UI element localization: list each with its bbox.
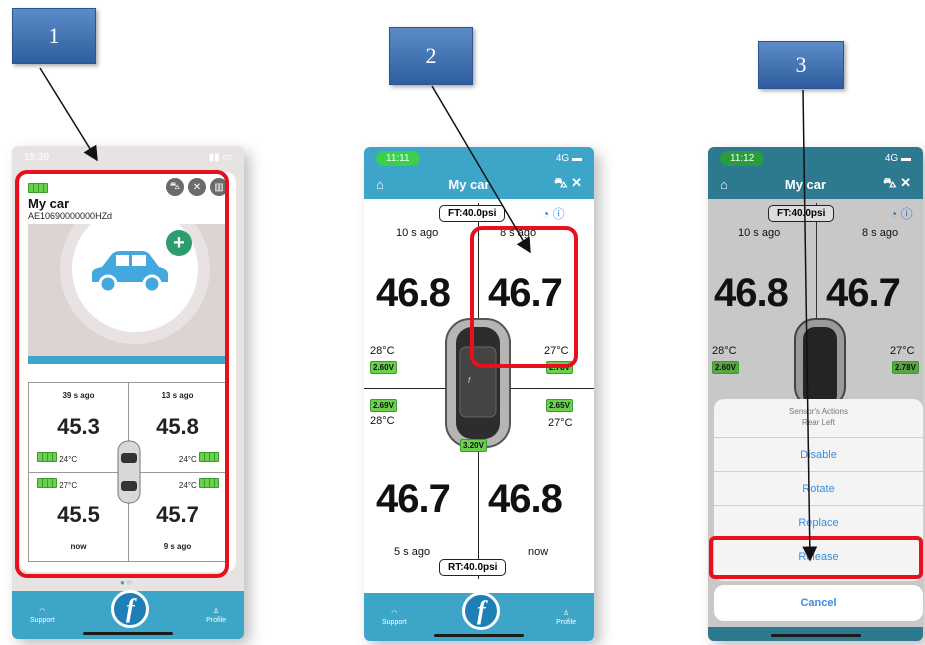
page-dots[interactable]: ● ○ bbox=[120, 578, 132, 587]
battery-voltage-rl: 2.69V bbox=[370, 399, 397, 412]
sheet-title: Sensor's Actions bbox=[789, 407, 848, 416]
status-time: 11:12 bbox=[720, 150, 765, 166]
headset-icon: ◠ bbox=[391, 609, 398, 617]
nav-bar: ⌂ My car ⛍ ✕ bbox=[708, 169, 923, 199]
home-icon[interactable]: ⌂ bbox=[376, 177, 384, 192]
battery-voltage-spare: 3.20V bbox=[460, 439, 487, 452]
tab-profile[interactable]: ♙ Profile bbox=[206, 607, 226, 624]
battery-voltage-rr: 2.65V bbox=[546, 399, 573, 412]
highlight-box-release bbox=[709, 536, 923, 579]
tab-label: Support bbox=[30, 616, 55, 624]
headset-icon: ◠ bbox=[39, 607, 46, 615]
home-icon[interactable]: ⌂ bbox=[720, 177, 728, 192]
step-badge-3: 3 bbox=[758, 41, 844, 89]
tire-age-rr: now bbox=[528, 546, 549, 558]
tab-label: Support bbox=[382, 618, 407, 626]
tire-pressure-fl[interactable]: 46.8 bbox=[376, 271, 451, 316]
front-target-pressure[interactable]: FT:40.0psi bbox=[439, 205, 506, 222]
tire-temp-rr: 27°C bbox=[548, 417, 573, 429]
tire-temp-fl: 28°C bbox=[370, 345, 395, 357]
tab-label: Profile bbox=[556, 618, 576, 626]
home-indicator bbox=[770, 634, 861, 637]
status-bar: 11:12 4G ▬ bbox=[708, 147, 923, 169]
car-topview-icon bbox=[794, 318, 846, 407]
tire-temp-fr: 27°C bbox=[890, 345, 915, 357]
tire-pressure-fr[interactable]: 46.7 bbox=[826, 271, 901, 316]
tire-temp-rl: 28°C bbox=[370, 415, 395, 427]
action-disable[interactable]: Disable bbox=[714, 437, 923, 471]
tire-pressure-fl[interactable]: 46.8 bbox=[714, 271, 789, 316]
settings-icons[interactable]: ⛍ ✕ bbox=[554, 175, 582, 193]
tire-age-rl: 5 s ago bbox=[394, 546, 431, 558]
step-badge-2: 2 bbox=[389, 27, 473, 85]
home-indicator bbox=[83, 632, 173, 635]
settings-icons[interactable]: ⛍ ✕ bbox=[883, 175, 911, 193]
tire-age-fl: 10 s ago bbox=[396, 227, 439, 239]
status-bar: 11:11 4G ▬ bbox=[364, 147, 594, 169]
signal-icon: ▮▮ ▭ bbox=[208, 151, 232, 163]
cancel-button[interactable]: Cancel bbox=[714, 585, 923, 621]
page-title: My car bbox=[784, 176, 827, 192]
battery-voltage-fl: 2.60V bbox=[370, 361, 397, 374]
rear-target-pressure[interactable]: RT:40.0psi bbox=[439, 559, 507, 576]
page-title: My car bbox=[448, 176, 490, 192]
battery-voltage-fr: 2.78V bbox=[892, 361, 919, 374]
person-icon: ♙ bbox=[562, 609, 570, 617]
tutorial-canvas: 1 2 3 15:39 ▮▮ ▭ ⛍ ✕ ▥ My car AE10690000… bbox=[0, 0, 925, 645]
app-logo-button[interactable]: f bbox=[462, 592, 501, 630]
sheet-subtitle: Rear Left bbox=[802, 418, 835, 427]
status-time: 15:39 bbox=[24, 151, 50, 163]
status-bar: 15:39 ▮▮ ▭ bbox=[12, 146, 244, 168]
tab-support[interactable]: ◠ Support bbox=[30, 607, 55, 624]
app-logo-button[interactable]: f bbox=[111, 590, 150, 628]
battery-voltage-fl: 2.60V bbox=[712, 361, 739, 374]
tire-age-fr: 8 s ago bbox=[862, 227, 899, 239]
gauge-info-icons[interactable]: ◔ ⓘ bbox=[542, 205, 565, 222]
nav-bar: ⌂ My car ⛍ ✕ bbox=[364, 169, 594, 199]
tire-age-fl: 10 s ago bbox=[738, 227, 781, 239]
highlight-box-card bbox=[15, 170, 229, 578]
home-indicator bbox=[434, 634, 524, 637]
signal-icon: 4G ▬ bbox=[884, 152, 911, 164]
action-rotate[interactable]: Rotate bbox=[714, 471, 923, 505]
tire-pressure-rl[interactable]: 46.7 bbox=[376, 477, 451, 522]
tab-support[interactable]: ◠ Support bbox=[382, 609, 407, 626]
phone-screen-2: 11:11 4G ▬ ⌂ My car ⛍ ✕ FT:40.0psi ◔ ⓘ 1… bbox=[364, 147, 594, 641]
tire-pressure-rr[interactable]: 46.8 bbox=[488, 477, 563, 522]
signal-icon: 4G ▬ bbox=[555, 152, 582, 164]
person-icon: ♙ bbox=[212, 607, 220, 615]
step-badge-1: 1 bbox=[12, 8, 96, 64]
tire-temp-fl: 28°C bbox=[712, 345, 737, 357]
highlight-box-tire bbox=[470, 226, 578, 368]
action-replace[interactable]: Replace bbox=[714, 505, 923, 539]
front-target-pressure[interactable]: FT:40.0psi bbox=[768, 205, 835, 222]
tab-label: Profile bbox=[206, 616, 226, 624]
tab-profile[interactable]: ♙ Profile bbox=[556, 609, 576, 626]
status-time: 11:11 bbox=[376, 150, 420, 166]
gauge-info-icons[interactable]: ◔ ⓘ bbox=[890, 205, 913, 222]
